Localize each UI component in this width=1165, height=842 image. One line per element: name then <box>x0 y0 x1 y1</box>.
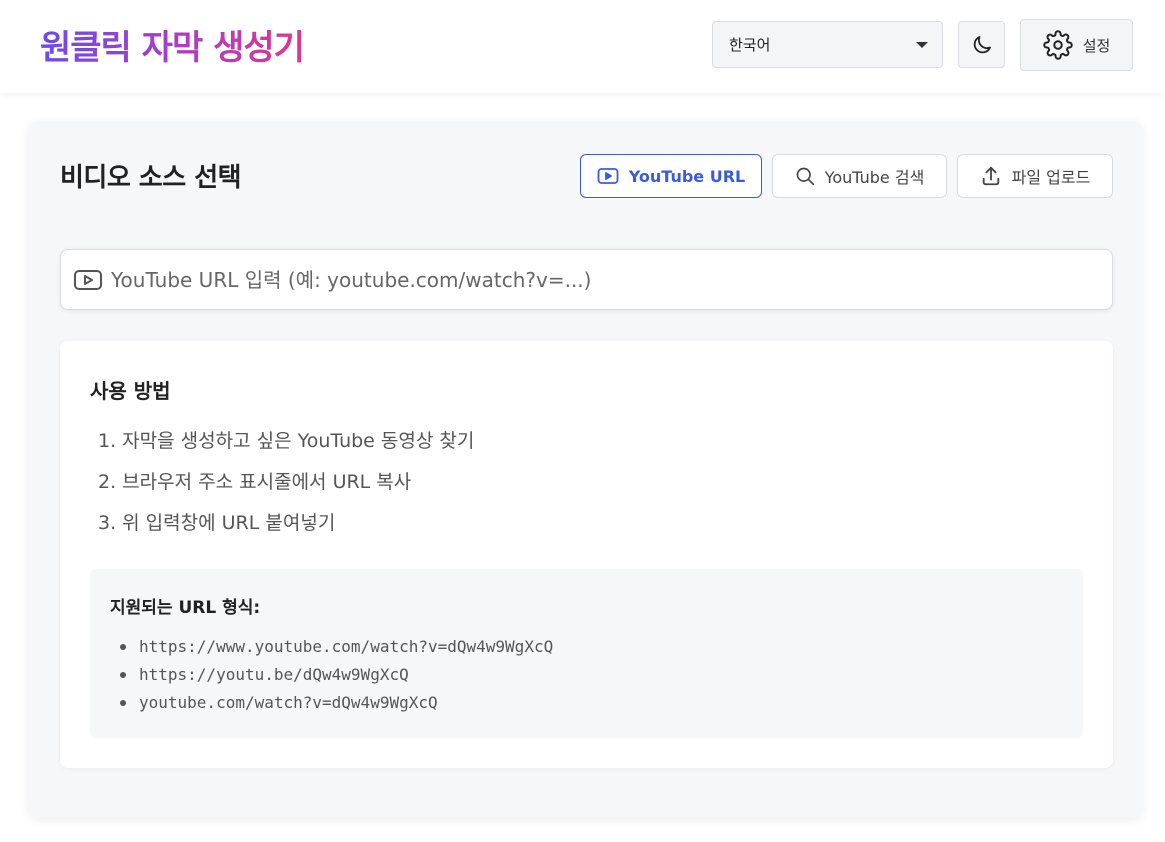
tab-file-upload[interactable]: 파일 업로드 <box>957 154 1113 198</box>
format-example: https://youtu.be/dQw4w9WgXcQ <box>139 665 409 684</box>
list-item: 2. 브라우저 주소 표시줄에서 URL 복사 <box>98 471 412 493</box>
list-item: 1. 자막을 생성하고 싶은 YouTube 동영상 찾기 <box>98 430 475 452</box>
video-source-card: 비디오 소스 선택 YouTube URL YouTube 검색 파일 업로드 … <box>28 121 1143 818</box>
list-item: 3. 위 입력창에 URL 붙여넣기 <box>98 512 336 534</box>
tab-youtube-url[interactable]: YouTube URL <box>580 154 762 198</box>
youtube-url-input[interactable] <box>111 267 1091 292</box>
bullet-icon <box>120 644 126 650</box>
section-title: 비디오 소스 선택 <box>60 163 242 193</box>
tab-file-upload-label: 파일 업로드 <box>1011 168 1091 187</box>
bullet-icon <box>120 700 126 706</box>
play-icon <box>597 168 619 184</box>
tab-youtube-url-label: YouTube URL <box>628 166 746 186</box>
bullet-icon <box>120 672 126 678</box>
howto-card: 사용 방법 1. 자막을 생성하고 싶은 YouTube 동영상 찾기 2. 브… <box>60 341 1113 768</box>
url-input-container[interactable] <box>60 249 1113 310</box>
tab-youtube-search-label: YouTube 검색 <box>824 168 925 187</box>
supported-formats-box: 지원되는 URL 형식: https://www.youtube.com/wat… <box>90 569 1083 738</box>
format-example: https://www.youtube.com/watch?v=dQw4w9Wg… <box>139 637 554 656</box>
moon-icon <box>973 35 991 53</box>
search-icon <box>796 167 814 186</box>
tab-youtube-search[interactable]: YouTube 검색 <box>772 154 947 198</box>
settings-label: 설정 <box>1082 36 1111 55</box>
gear-icon <box>1042 30 1073 60</box>
chevron-down-icon <box>916 41 928 48</box>
language-select[interactable]: 한국어 <box>712 21 943 68</box>
app-title: 원클릭 자막 생성기 <box>40 20 305 69</box>
list-item: youtube.com/watch?v=dQw4w9WgXcQ <box>120 689 553 717</box>
upload-icon <box>982 166 999 186</box>
app-header: 원클릭 자막 생성기 한국어 설정 <box>0 0 1165 93</box>
list-item: https://www.youtube.com/watch?v=dQw4w9Wg… <box>120 633 553 661</box>
youtube-icon <box>74 269 102 290</box>
theme-toggle-button[interactable] <box>958 21 1005 68</box>
language-select-value: 한국어 <box>729 36 771 54</box>
format-example: youtube.com/watch?v=dQw4w9WgXcQ <box>139 693 438 712</box>
howto-title: 사용 방법 <box>90 379 171 403</box>
howto-steps: 1. 자막을 생성하고 싶은 YouTube 동영상 찾기 2. 브라우저 주소… <box>98 427 474 550</box>
settings-button[interactable]: 설정 <box>1020 19 1133 71</box>
formats-title: 지원되는 URL 형식: <box>110 598 261 618</box>
formats-list: https://www.youtube.com/watch?v=dQw4w9Wg… <box>120 633 553 717</box>
list-item: https://youtu.be/dQw4w9WgXcQ <box>120 661 553 689</box>
